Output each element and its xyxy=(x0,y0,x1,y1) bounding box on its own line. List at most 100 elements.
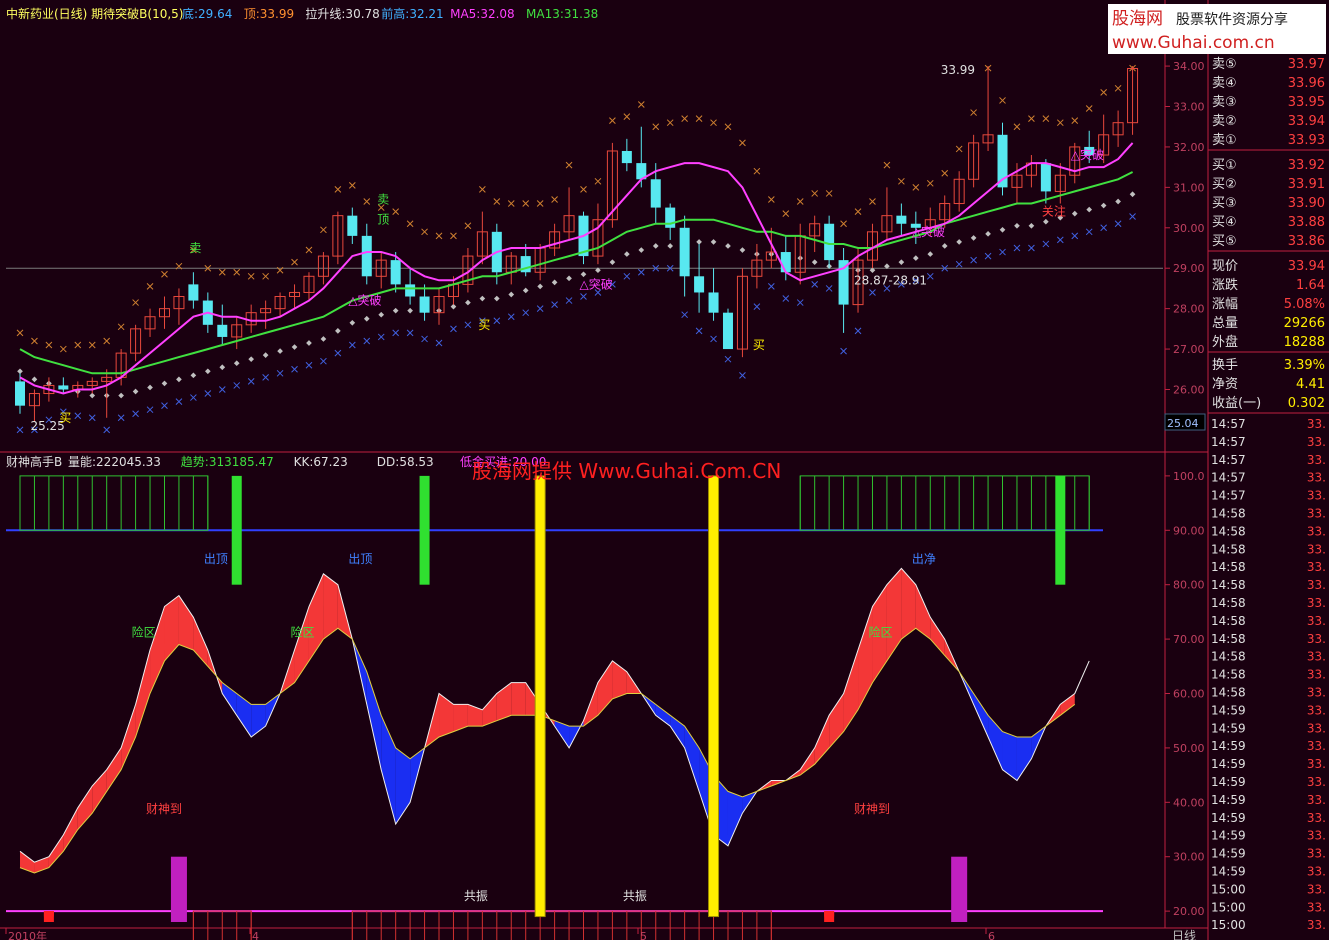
indicator-label: 出顶 xyxy=(348,552,372,566)
price-axis-label: 28.00 xyxy=(1173,303,1205,316)
tick-time: 14:59 xyxy=(1211,811,1246,825)
tick-price: 33. xyxy=(1307,489,1326,503)
logo-text: 股海网 xyxy=(1112,9,1163,29)
watermark-text: 股海网提供 Www.Guhai.Com.CN xyxy=(472,459,781,483)
tick-price: 33. xyxy=(1307,882,1326,896)
ind-axis-label: 70.00 xyxy=(1173,633,1205,646)
candle-body[interactable] xyxy=(390,260,401,285)
tick-time: 14:57 xyxy=(1211,489,1246,503)
candle-body[interactable] xyxy=(694,276,705,293)
candle-body[interactable] xyxy=(824,223,835,261)
candle-body[interactable] xyxy=(896,215,907,224)
price-annotation: △突破 xyxy=(912,224,945,239)
ind-axis-label: 100.0 xyxy=(1173,470,1205,483)
top-header-item: 前高:32.21 xyxy=(381,6,443,21)
tick-time: 14:58 xyxy=(1211,524,1246,538)
stat-label: 收益(一) xyxy=(1212,396,1261,411)
top-header-item: MA13:31.38 xyxy=(526,7,598,21)
buy-column xyxy=(824,911,835,922)
candle-body[interactable] xyxy=(650,179,661,208)
tick-price: 33. xyxy=(1307,829,1326,843)
tick-time: 14:58 xyxy=(1211,614,1246,628)
candle-body[interactable] xyxy=(838,260,849,305)
ask-price: 33.95 xyxy=(1288,95,1325,110)
stat-value: 29266 xyxy=(1284,316,1325,331)
tick-time: 14:57 xyxy=(1211,435,1246,449)
tick-time: 14:59 xyxy=(1211,847,1246,861)
ind-axis-label: 20.00 xyxy=(1173,905,1205,918)
price-annotation: 卖 xyxy=(377,193,389,207)
price-annotation: 28.87-28.91 xyxy=(854,273,927,287)
tick-time: 14:58 xyxy=(1211,596,1246,610)
logo-subtext: 股票软件资源分享 xyxy=(1176,11,1288,28)
tick-time: 14:58 xyxy=(1211,560,1246,574)
bottom-header-item: KK:67.23 xyxy=(294,455,348,469)
ask-label: 卖⑤ xyxy=(1212,57,1237,72)
price-annotation: 关注 xyxy=(1042,204,1066,219)
candle-body[interactable] xyxy=(621,150,632,164)
price-annotation: △突破 xyxy=(580,276,613,291)
ask-label: 卖④ xyxy=(1212,76,1237,91)
tick-price: 33. xyxy=(1307,614,1326,628)
ask-price: 33.97 xyxy=(1288,57,1325,72)
bid-price: 33.90 xyxy=(1288,196,1325,211)
stat-value: 1.64 xyxy=(1296,278,1325,293)
price-annotation: 33.99 xyxy=(941,63,975,77)
price-axis-label: 29.00 xyxy=(1173,262,1205,275)
candle-body[interactable] xyxy=(1040,163,1051,192)
candle-body[interactable] xyxy=(708,292,719,313)
stat-label: 外盘 xyxy=(1212,334,1238,350)
price-axis-marker: 25.04 xyxy=(1167,417,1199,430)
candle-body[interactable] xyxy=(58,385,69,390)
candle-body[interactable] xyxy=(679,227,690,277)
candle-body[interactable] xyxy=(665,207,676,228)
tick-time: 14:58 xyxy=(1211,507,1246,521)
indicator-label: 财神到 xyxy=(146,802,182,816)
time-axis-label: 4 xyxy=(252,930,259,940)
candle-body[interactable] xyxy=(188,284,199,301)
bid-price: 33.91 xyxy=(1288,177,1325,192)
resonance-column xyxy=(708,475,720,918)
candle-body[interactable] xyxy=(722,312,733,350)
candle-body[interactable] xyxy=(780,252,791,273)
price-annotation: 买 xyxy=(753,338,765,352)
tick-time: 14:59 xyxy=(1211,793,1246,807)
tick-time: 14:58 xyxy=(1211,650,1246,664)
tick-price: 33. xyxy=(1307,650,1326,664)
price-axis-label: 26.00 xyxy=(1173,383,1205,396)
tick-price: 33. xyxy=(1307,668,1326,682)
stat-value: 5.08% xyxy=(1284,297,1325,312)
candle-body[interactable] xyxy=(15,381,25,406)
price-axis-label: 30.00 xyxy=(1173,222,1205,235)
sell-signal-column xyxy=(1055,475,1066,585)
tick-time: 14:57 xyxy=(1211,453,1246,467)
candle-body[interactable] xyxy=(419,296,430,313)
stat-label: 现价 xyxy=(1212,259,1238,274)
candle-body[interactable] xyxy=(217,324,228,337)
tick-price: 33. xyxy=(1307,739,1326,753)
tick-price: 33. xyxy=(1307,918,1326,932)
buy-column xyxy=(43,911,54,922)
candle-body[interactable] xyxy=(405,284,416,297)
tick-time: 14:59 xyxy=(1211,703,1246,717)
ask-label: 卖② xyxy=(1212,114,1237,129)
bottom-header-title: 财神高手B xyxy=(6,454,62,469)
indicator-label: 险区 xyxy=(132,624,156,639)
bid-label: 买③ xyxy=(1212,196,1237,211)
candle-body[interactable] xyxy=(347,215,358,236)
candle-body[interactable] xyxy=(361,235,372,277)
time-axis-label: 5 xyxy=(640,930,647,940)
bid-label: 买② xyxy=(1212,177,1237,192)
tick-price: 33. xyxy=(1307,435,1326,449)
top-header-item: 底:29.64 xyxy=(182,6,232,21)
price-annotation: 25.25 xyxy=(30,419,64,433)
tick-time: 15:00 xyxy=(1211,918,1246,932)
bottom-header-item: DD:58.53 xyxy=(377,455,434,469)
price-annotation: 买 xyxy=(478,318,490,332)
tick-time: 14:58 xyxy=(1211,632,1246,646)
indicator-label: 出顶 xyxy=(204,552,228,566)
bid-label: 买④ xyxy=(1212,215,1237,230)
bid-price: 33.92 xyxy=(1288,158,1325,173)
tick-price: 33. xyxy=(1307,417,1326,431)
wealth-column xyxy=(170,856,187,922)
